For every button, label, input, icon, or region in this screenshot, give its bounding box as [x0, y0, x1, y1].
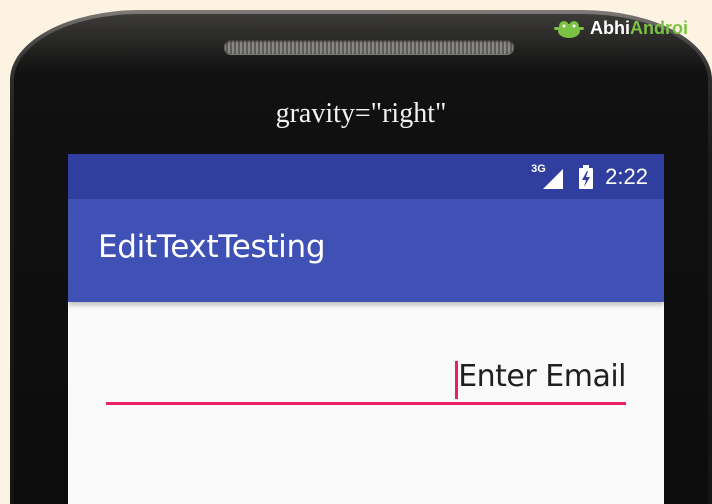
speaker-grille: [224, 40, 514, 54]
status-time: 2:22: [605, 163, 648, 189]
email-edit-text[interactable]: Enter Email: [106, 350, 626, 405]
abhiandroid-logo: Abhi Androi: [552, 14, 688, 42]
logo-text-android: Androi: [630, 17, 688, 38]
app-toolbar: EditTextTesting: [68, 199, 664, 302]
battery-indicator: [579, 164, 594, 189]
text-cursor: [455, 360, 459, 399]
logo-text-abhi: Abhi: [590, 17, 630, 38]
status-bar: 3G 2:22: [68, 154, 664, 199]
cell-signal-icon: [543, 168, 564, 189]
email-hint: Enter Email: [455, 358, 626, 399]
android-robot-icon: [554, 21, 584, 38]
device-screen: 3G 2:22 EditTextTesting Enter Email: [68, 154, 664, 504]
app-title: EditTextTesting: [98, 229, 326, 265]
gravity-caption: gravity="right": [275, 98, 447, 129]
email-hint-text: Enter Email: [458, 358, 626, 394]
status-icons: 3G 2:22: [531, 163, 648, 190]
battery-charging-icon: [579, 164, 594, 189]
signal-indicator: 3G: [531, 163, 567, 189]
